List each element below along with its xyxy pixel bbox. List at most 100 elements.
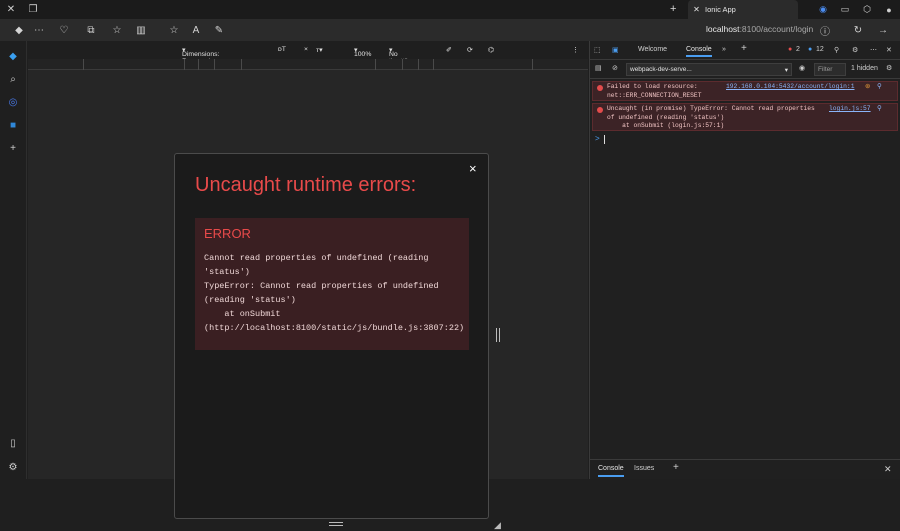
inspect-icon[interactable]: ⬚ bbox=[594, 46, 601, 54]
close-window-icon[interactable]: ✕ bbox=[0, 0, 22, 19]
context-select[interactable]: webpack-dev-serve... ▾ bbox=[626, 63, 792, 76]
window-controls: ◉ ▭ ⬡ ● bbox=[812, 0, 900, 19]
tab-console[interactable]: Console bbox=[686, 46, 712, 57]
error-count[interactable]: 2 bbox=[796, 46, 800, 53]
throttling-select[interactable]: No throttling ▾ bbox=[389, 46, 415, 65]
resize-handle-corner[interactable]: ◢ bbox=[494, 520, 501, 531]
tab-title: Ionic App bbox=[705, 5, 736, 14]
clear-console-icon[interactable]: ⊘ bbox=[612, 64, 618, 72]
settings-gear-icon[interactable]: ⚙ bbox=[6, 460, 20, 474]
devtools-close-icon[interactable]: ✕ bbox=[886, 46, 892, 54]
tab-welcome[interactable]: Welcome bbox=[638, 46, 667, 53]
rotate-icon[interactable]: ⟳ bbox=[467, 46, 473, 54]
edge-icon[interactable]: ◆ bbox=[12, 23, 26, 37]
search-icon[interactable]: ⌕ bbox=[6, 72, 20, 86]
sidebar-panel-icon[interactable]: ▯ bbox=[6, 436, 20, 450]
star-list-icon[interactable]: ☆ bbox=[110, 23, 124, 37]
zoom-select[interactable]: 100% ▾ bbox=[354, 46, 371, 58]
outlook-icon[interactable]: ■ bbox=[6, 118, 20, 132]
live-expression-eye-icon[interactable]: ◉ bbox=[799, 64, 805, 72]
console-message-text: Failed to load resource: net::ERR_CONNEC… bbox=[607, 83, 702, 99]
link-icon[interactable]: ⚲ bbox=[834, 46, 839, 54]
info-count[interactable]: 12 bbox=[816, 46, 824, 53]
error-icon bbox=[597, 85, 603, 91]
add-sidebar-icon[interactable]: + bbox=[6, 141, 20, 155]
dimensions-select[interactable]: Dimensions: Responsive ▾ bbox=[182, 46, 219, 65]
close-overlay-button[interactable]: × bbox=[469, 161, 477, 176]
console-message-source[interactable]: 192.168.0.104:5432/account/login:1 bbox=[726, 83, 854, 92]
chevron-down-icon: ▾ bbox=[784, 67, 788, 74]
favorites-heart-icon[interactable]: ♡ bbox=[57, 23, 71, 37]
collections-icon[interactable]: ⧉ bbox=[84, 23, 98, 37]
forward-icon[interactable]: → bbox=[876, 23, 890, 37]
url-field[interactable]: localhost:8100/account/login bbox=[706, 24, 813, 34]
info-count-icon: ● bbox=[808, 46, 813, 53]
emulated-viewport: Uncaught runtime errors: × ERROR Cannot … bbox=[28, 70, 588, 530]
console-settings-icon[interactable]: ⚙ bbox=[886, 64, 892, 72]
device-toggle-icon[interactable]: ▣ bbox=[612, 46, 619, 54]
console-message: Uncaught (in promise) TypeError: Cannot … bbox=[592, 103, 898, 131]
devtools-panel: ⬚ ▣ Welcome Console » + ● 2 ● 12 ⚲ ⚙ ⋯ ✕… bbox=[589, 41, 900, 479]
copilot-sidebar-icon[interactable]: ◆ bbox=[6, 49, 20, 63]
width-field[interactable]: ᴅΤ bbox=[278, 46, 286, 53]
refresh-icon[interactable]: ↻ bbox=[851, 23, 865, 37]
designer-icon[interactable]: ◎ bbox=[6, 95, 20, 109]
devtools-tab-bar: ⬚ ▣ Welcome Console » + ● 2 ● 12 ⚲ ⚙ ⋯ ✕ bbox=[590, 41, 900, 60]
error-label: ERROR bbox=[204, 226, 251, 241]
edge-sidebar: ◆ ⌕ ◎ ■ + ▯ ⚙ bbox=[0, 41, 27, 479]
sensors-icon[interactable]: ✐ bbox=[446, 46, 452, 54]
device-more-icon[interactable]: ⋮ bbox=[572, 46, 579, 54]
read-aloud-icon[interactable]: A bbox=[189, 23, 203, 37]
more-icon[interactable]: ⋯ bbox=[32, 23, 46, 37]
annotate-icon[interactable]: ✎ bbox=[212, 23, 226, 37]
resize-handle-bottom[interactable] bbox=[329, 522, 343, 526]
filter-input[interactable]: Filter bbox=[814, 63, 846, 76]
runtime-error-title: Uncaught runtime errors: bbox=[195, 174, 417, 196]
copilot-icon[interactable]: ◉ bbox=[812, 0, 834, 19]
new-tab-icon[interactable]: + bbox=[670, 3, 676, 15]
ionic-favicon-icon: ✕ bbox=[693, 5, 700, 14]
console-toolbar: ▤ ⊘ webpack-dev-serve... ▾ ◉ Filter 1 hid… bbox=[590, 60, 900, 79]
extensions-icon[interactable]: ⬡ bbox=[856, 0, 878, 19]
devtools-drawer-bar: Console Issues + ✕ bbox=[590, 459, 900, 479]
error-box: ERROR Cannot read properties of undefine… bbox=[195, 218, 469, 350]
add-tab-icon[interactable]: + bbox=[741, 43, 747, 54]
device-toolbar: Dimensions: Responsive ▾ ᴅΤ × ᴛ▾ 100% ▾ … bbox=[28, 41, 588, 65]
device-frame: Uncaught runtime errors: × ERROR Cannot … bbox=[174, 153, 489, 519]
restore-icon[interactable]: ❐ bbox=[22, 0, 44, 19]
address-bar: ◆ ⋯ ♡ ⧉ ☆ ▥ ☆ A ✎ localhost:8100/account… bbox=[0, 19, 900, 41]
url-path: :8100/account/login bbox=[739, 24, 814, 34]
dimension-x: × bbox=[304, 46, 308, 53]
tab-ionic-app[interactable]: ✕ Ionic App bbox=[688, 0, 798, 19]
drawer-tab-issues[interactable]: Issues bbox=[634, 465, 654, 472]
favorite-star-icon[interactable]: ☆ bbox=[167, 23, 181, 37]
minimize-icon[interactable]: ▭ bbox=[834, 0, 856, 19]
more-tabs-icon[interactable]: » bbox=[722, 46, 726, 53]
url-host: localhost bbox=[706, 24, 740, 34]
split-screen-icon[interactable]: ▥ bbox=[134, 23, 148, 37]
devtools-more-icon[interactable]: ⋯ bbox=[870, 46, 877, 54]
height-field[interactable]: ᴛ▾ bbox=[316, 46, 323, 54]
media-query-ruler[interactable] bbox=[28, 59, 588, 70]
zoom-label: 100% bbox=[354, 51, 372, 58]
profile-avatar[interactable]: ● bbox=[878, 0, 900, 19]
info-icon[interactable]: ⓘ bbox=[818, 23, 832, 38]
resize-handle-right[interactable] bbox=[496, 328, 500, 342]
drawer-add-tab-icon[interactable]: + bbox=[673, 462, 679, 473]
error-icon bbox=[597, 107, 603, 113]
search-source-icon[interactable]: ⚲ bbox=[877, 83, 882, 92]
devtools-settings-icon[interactable]: ⚙ bbox=[852, 46, 858, 54]
drawer-close-icon[interactable]: ✕ bbox=[884, 464, 892, 475]
sidebar-toggle-icon[interactable]: ▤ bbox=[595, 64, 602, 72]
search-source-icon[interactable]: ⚲ bbox=[877, 105, 882, 114]
hidden-count[interactable]: 1 hidden bbox=[851, 65, 878, 72]
error-message: Cannot read properties of undefined (rea… bbox=[204, 253, 465, 333]
screenshot-icon[interactable]: ⌬ bbox=[488, 46, 494, 54]
console-caret[interactable] bbox=[604, 135, 605, 144]
drawer-tab-console[interactable]: Console bbox=[598, 465, 624, 477]
error-count-icon: ● bbox=[788, 46, 793, 53]
console-message-text: Uncaught (in promise) TypeError: Cannot … bbox=[607, 105, 815, 129]
console-message-source[interactable]: login.js:57 bbox=[829, 105, 871, 114]
console-message: Failed to load resource: net::ERR_CONNEC… bbox=[592, 81, 898, 101]
console-prompt[interactable]: > bbox=[595, 134, 600, 143]
